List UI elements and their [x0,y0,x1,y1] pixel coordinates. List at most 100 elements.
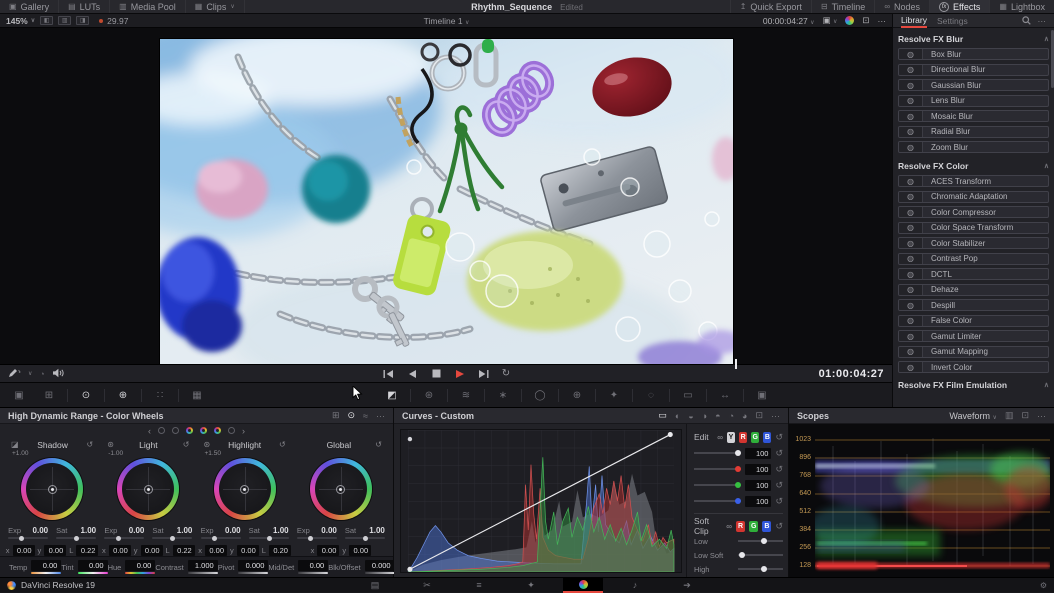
blk-offset-field[interactable]: Blk/Offset 0.000 [328,560,394,574]
fx-item-dctl[interactable]: ◍ DCTL [898,268,1049,280]
page-fusion[interactable]: ✦ [511,578,551,593]
page-dot[interactable] [158,427,165,434]
rgb-mixer-icon[interactable]: ∷ [145,390,175,401]
fx-item-despill[interactable]: ◍ Despill [898,299,1049,311]
hue-curves-icon[interactable]: ≋ [451,390,481,401]
soft-channel-g-button[interactable]: G [749,521,758,532]
fx-item-invert-color[interactable]: ◍ Invert Color [898,361,1049,373]
motion-effects-icon[interactable]: ▦ [182,390,212,401]
exposure-slider[interactable]: Exp0.00 [8,526,48,539]
l-value[interactable]: 0.22 [173,545,195,556]
fx-item-gamut-limiter[interactable]: ◍ Gamut Limiter [898,330,1049,342]
page-edit[interactable]: ≡ [459,578,499,593]
hdr-options-button[interactable]: ··· [376,411,385,421]
search-icon[interactable] [1022,16,1031,25]
page-dot[interactable] [200,427,207,434]
collapse-icon[interactable]: ∧ [1044,381,1049,389]
fx-item-color-stabilizer[interactable]: ◍ Color Stabilizer [898,237,1049,249]
reset-icon[interactable]: ↺ [775,496,783,507]
effects-button[interactable]: fx Effects [929,0,989,13]
channel-y-button[interactable]: Y [727,432,735,443]
reset-icon[interactable]: ↺ [183,440,190,449]
add-zone-icon[interactable]: ⊞ [332,410,340,421]
stereo-3d-icon[interactable]: ▣ [747,390,777,401]
section-resolve-fx-blur[interactable]: Resolve FX Blur ∧ [898,32,1049,45]
quick-export-button[interactable]: ↥ Quick Export [730,0,811,13]
fx-item-color-space-transform[interactable]: ◍ Color Space Transform [898,222,1049,234]
page-deliver[interactable]: ➔ [667,578,707,593]
blur-icon[interactable]: ◌ [636,390,666,401]
fx-item-contrast-pop[interactable]: ◍ Contrast Pop [898,253,1049,265]
fx-item-gaussian-blur[interactable]: ◍ Gaussian Blur [898,79,1049,91]
play-reverse-button[interactable] [406,368,419,380]
exposure-slider[interactable]: Exp0.00 [201,526,241,539]
collapse-icon[interactable]: ∧ [1044,162,1049,170]
pivot-value[interactable]: 0.000 [238,560,268,571]
power-window-icon[interactable]: ◯ [525,390,555,401]
fx-item-radial-blur[interactable]: ◍ Radial Blur [898,126,1049,138]
x-value[interactable]: 0.00 [317,545,339,556]
wheels-view-icon[interactable]: ⊙ [348,410,356,421]
curve-mode-icon[interactable]: ◒ [688,411,693,421]
curve-mode-icon[interactable]: ◔ [729,411,734,421]
go-to-end-button[interactable] [478,368,491,380]
collapse-icon[interactable]: ∧ [1044,35,1049,43]
gallery-button[interactable]: ▣ Gallery [0,0,59,13]
project-settings-icon[interactable]: ⚙ [1040,581,1047,590]
low-slider[interactable] [738,540,783,542]
page-dot[interactable] [214,427,221,434]
tint-value[interactable]: 0.00 [78,560,108,571]
contrast-value[interactable]: 1.000 [188,560,218,571]
go-to-start-button[interactable] [382,368,395,380]
stop-button[interactable] [430,368,443,380]
fx-item-dehaze[interactable]: ◍ Dehaze [898,284,1049,296]
b-gain-slider[interactable] [694,500,741,502]
expand-icon[interactable]: ⊡ [1021,410,1029,421]
y-value[interactable]: 0.00 [237,545,259,556]
l-value[interactable]: 0.22 [76,545,98,556]
tracker-icon[interactable]: ⊕ [562,390,592,401]
fx-item-box-blur[interactable]: ◍ Box Blur [898,48,1049,60]
page-dot[interactable] [172,427,179,434]
g-gain-value[interactable]: 100 [745,480,771,491]
fx-item-gamut-mapping[interactable]: ◍ Gamut Mapping [898,346,1049,358]
curves-options-button[interactable]: ··· [771,411,780,421]
reset-icon[interactable]: ↺ [375,440,382,449]
color-wheel-global[interactable] [310,458,372,520]
curve-mode-icon[interactable]: ◑ [702,411,707,421]
r-gain-slider[interactable] [694,468,741,470]
curve-mode-custom-icon[interactable]: ▭ [658,410,667,421]
gang-link-icon[interactable]: ∞ [717,433,723,442]
section-resolve-fx-film-emulation[interactable]: Resolve FX Film Emulation ∧ [898,378,1049,391]
section-resolve-fx-color[interactable]: Resolve FX Color ∧ [898,159,1049,172]
page-media[interactable]: ▤ [355,578,395,593]
qualifier-icon[interactable]: ∗ [488,390,518,401]
hdr-grade-icon[interactable]: ⊕ [108,390,138,401]
reset-icon[interactable]: ↺ [775,464,783,475]
high-slider[interactable] [738,568,783,570]
magic-mask-icon[interactable]: ✦ [599,390,629,401]
y-value[interactable]: 0.00 [349,545,371,556]
hue-value[interactable]: 0.00 [125,560,155,571]
viewer[interactable] [0,28,892,364]
timeline-selector[interactable]: Timeline 1 ∨ [0,16,893,26]
loop-button[interactable]: ↻ [502,369,510,379]
timeline-button[interactable]: ⊟ Timeline [811,0,874,13]
channel-g-button[interactable]: G [751,432,759,443]
key-icon[interactable]: ▭ [673,390,703,401]
saturation-slider[interactable]: Sat1.00 [152,526,192,539]
scope-mode-selector[interactable]: Waveform ∨ [949,411,997,421]
tab-library[interactable]: Library [901,13,927,28]
x-value[interactable]: 0.00 [205,545,227,556]
color-wheel-shadow[interactable] [21,458,83,520]
channel-b-button[interactable]: B [763,432,771,443]
tint-field[interactable]: Tint 0.00 [61,560,107,574]
luts-button[interactable]: ▤ LUTs [59,0,110,13]
x-value[interactable]: 0.00 [109,545,131,556]
saturation-slider[interactable]: Sat1.00 [249,526,289,539]
reset-icon[interactable]: ↺ [775,521,783,532]
camera-raw-icon[interactable]: ▣ [4,390,34,401]
saturation-slider[interactable]: Sat1.00 [56,526,96,539]
scopes-options-button[interactable]: ··· [1037,411,1046,421]
fx-item-lens-blur[interactable]: ◍ Lens Blur [898,95,1049,107]
